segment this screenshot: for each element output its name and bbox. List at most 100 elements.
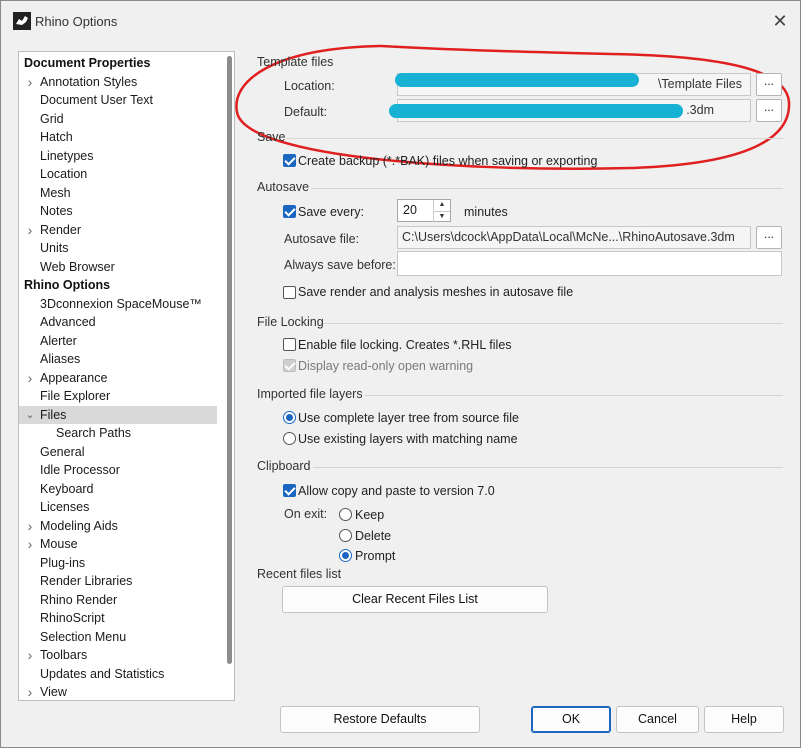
clear-recent-files-button[interactable]: Clear Recent Files List	[282, 586, 548, 613]
save-meshes-checkbox[interactable]	[283, 286, 296, 299]
tree-item[interactable]: Location	[19, 165, 217, 184]
tree-item[interactable]: › Toolbars	[19, 646, 217, 665]
section-recent-files: Recent files list	[257, 567, 342, 581]
window-title: Rhino Options	[35, 14, 118, 29]
layers-existing-radio[interactable]	[283, 432, 296, 445]
tree-item[interactable]: Alerter	[19, 332, 217, 351]
chevron-right-icon[interactable]: ›	[25, 221, 35, 239]
tree-item[interactable]: 3Dconnexion SpaceMouse™	[19, 295, 217, 314]
chevron-right-icon[interactable]: ›	[25, 535, 35, 553]
exit-delete-radio[interactable]	[339, 529, 352, 542]
stepper-down-icon[interactable]: ▼	[433, 211, 450, 222]
tree-item-label: Document Properties	[24, 56, 151, 70]
tree-item-label: Idle Processor	[40, 463, 120, 477]
tree-item[interactable]: Keyboard	[19, 480, 217, 499]
autosave-file-browse-button[interactable]: ...	[756, 226, 782, 249]
backup-checkbox[interactable]	[283, 154, 296, 167]
section-imported-layers: Imported file layers	[257, 387, 363, 401]
help-button[interactable]: Help	[704, 706, 784, 733]
section-template-files: Template files	[257, 55, 334, 69]
chevron-right-icon[interactable]: ›	[25, 369, 35, 387]
tree-item-label: Modeling Aids	[40, 518, 118, 533]
minutes-label: minutes	[464, 205, 508, 219]
autosave-file-label: Autosave file:	[284, 232, 360, 246]
restore-defaults-button[interactable]: Restore Defaults	[280, 706, 480, 733]
tree-item[interactable]: Selection Menu	[19, 628, 217, 647]
ok-button[interactable]: OK	[531, 706, 611, 733]
stepper-up-icon[interactable]: ▲	[433, 200, 450, 210]
template-default-value: .3dm	[686, 103, 714, 117]
section-clipboard: Clipboard	[257, 459, 311, 473]
tree-item[interactable]: Plug-ins	[19, 554, 217, 573]
tree-item[interactable]: Render Libraries	[19, 572, 217, 591]
options-tree[interactable]: Document Properties › Annotation Styles Doc…	[18, 51, 235, 701]
tree-item-label: Grid	[40, 111, 64, 126]
divider	[287, 138, 783, 139]
tree-item[interactable]: Linetypes	[19, 147, 217, 166]
tree-item[interactable]: Units	[19, 239, 217, 258]
divider	[323, 323, 783, 324]
tree-item[interactable]: › View	[19, 683, 217, 700]
minutes-stepper[interactable]: 20 ▲ ▼	[397, 199, 451, 222]
tree-item-label: Toolbars	[40, 648, 88, 662]
tree-item[interactable]: Licenses	[19, 498, 217, 517]
tree-item[interactable]: Updates and Statistics	[19, 665, 217, 684]
exit-keep-label: Keep	[355, 508, 385, 522]
redaction-mark	[395, 73, 639, 87]
tree-item[interactable]: ⌄ Files	[19, 405, 217, 424]
file-locking-checkbox[interactable]	[283, 338, 296, 351]
chevron-right-icon[interactable]: ›	[25, 73, 35, 91]
tree-item-label: 3Dconnexion SpaceMouse™	[40, 296, 202, 311]
tree-item[interactable]: File Explorer	[19, 387, 217, 406]
tree-item[interactable]: General	[19, 443, 217, 462]
chevron-right-icon[interactable]: ›	[25, 646, 35, 664]
template-default-browse-button[interactable]: ...	[756, 99, 782, 122]
exit-keep-radio[interactable]	[339, 508, 352, 521]
tree-item-label: Advanced	[40, 315, 96, 329]
tree-group-header[interactable]: Document Properties	[19, 54, 217, 73]
always-save-label: Always save before:	[284, 258, 396, 272]
cancel-button[interactable]: Cancel	[616, 706, 699, 733]
divider	[311, 188, 783, 189]
save-every-label: Save every:	[298, 205, 365, 219]
tree-item[interactable]: Document User Text	[19, 91, 217, 110]
tree-item[interactable]: Advanced	[19, 313, 217, 332]
template-location-value: \Template Files	[657, 77, 742, 91]
tree-item[interactable]: › Render	[19, 221, 217, 240]
tree-item[interactable]: Grid	[19, 110, 217, 129]
clipboard-allow-label: Allow copy and paste to version 7.0	[298, 484, 495, 498]
tree-item[interactable]: Notes	[19, 202, 217, 221]
save-meshes-label: Save render and analysis meshes in autos…	[298, 285, 574, 299]
tree-item[interactable]: › Modeling Aids	[19, 517, 217, 536]
tree-item[interactable]: Search Paths	[19, 424, 217, 443]
chevron-down-icon[interactable]: ⌄	[25, 406, 35, 424]
tree-item[interactable]: Web Browser	[19, 258, 217, 277]
tree-item[interactable]: Idle Processor	[19, 461, 217, 480]
tree-item[interactable]: RhinoScript	[19, 609, 217, 628]
layers-complete-radio[interactable]	[283, 411, 296, 424]
template-location-browse-button[interactable]: ...	[756, 73, 782, 96]
tree-item[interactable]: Mesh	[19, 184, 217, 203]
tree-item[interactable]: › Appearance	[19, 369, 217, 388]
tree-item[interactable]: Aliases	[19, 350, 217, 369]
tree-group-header[interactable]: Rhino Options	[19, 276, 217, 295]
chevron-right-icon[interactable]: ›	[25, 683, 35, 700]
save-every-checkbox[interactable]	[283, 205, 296, 218]
tree-item-label: Plug-ins	[40, 555, 86, 570]
tree-item-label: Linetypes	[40, 148, 94, 163]
tree-item[interactable]: › Annotation Styles	[19, 73, 217, 92]
clipboard-allow-checkbox[interactable]	[283, 484, 296, 497]
tree-item[interactable]: › Mouse	[19, 535, 217, 554]
autosave-file-field[interactable]: C:\Users\dcock\AppData\Local\McNe...\Rhi…	[397, 226, 751, 249]
tree-item[interactable]: Rhino Render	[19, 591, 217, 610]
autosave-file-value: C:\Users\dcock\AppData\Local\McNe...\Rhi…	[402, 230, 735, 244]
section-save: Save	[257, 130, 286, 144]
tree-item[interactable]: Hatch	[19, 128, 217, 147]
close-icon[interactable]: ✕	[770, 11, 790, 31]
exit-prompt-radio[interactable]	[339, 549, 352, 562]
section-file-locking: File Locking	[257, 315, 324, 329]
chevron-right-icon[interactable]: ›	[25, 517, 35, 535]
backup-label: Create backup (*.*BAK) files when saving…	[298, 154, 598, 168]
layers-existing-label: Use existing layers with matching name	[298, 432, 518, 446]
always-save-field[interactable]	[397, 251, 782, 276]
